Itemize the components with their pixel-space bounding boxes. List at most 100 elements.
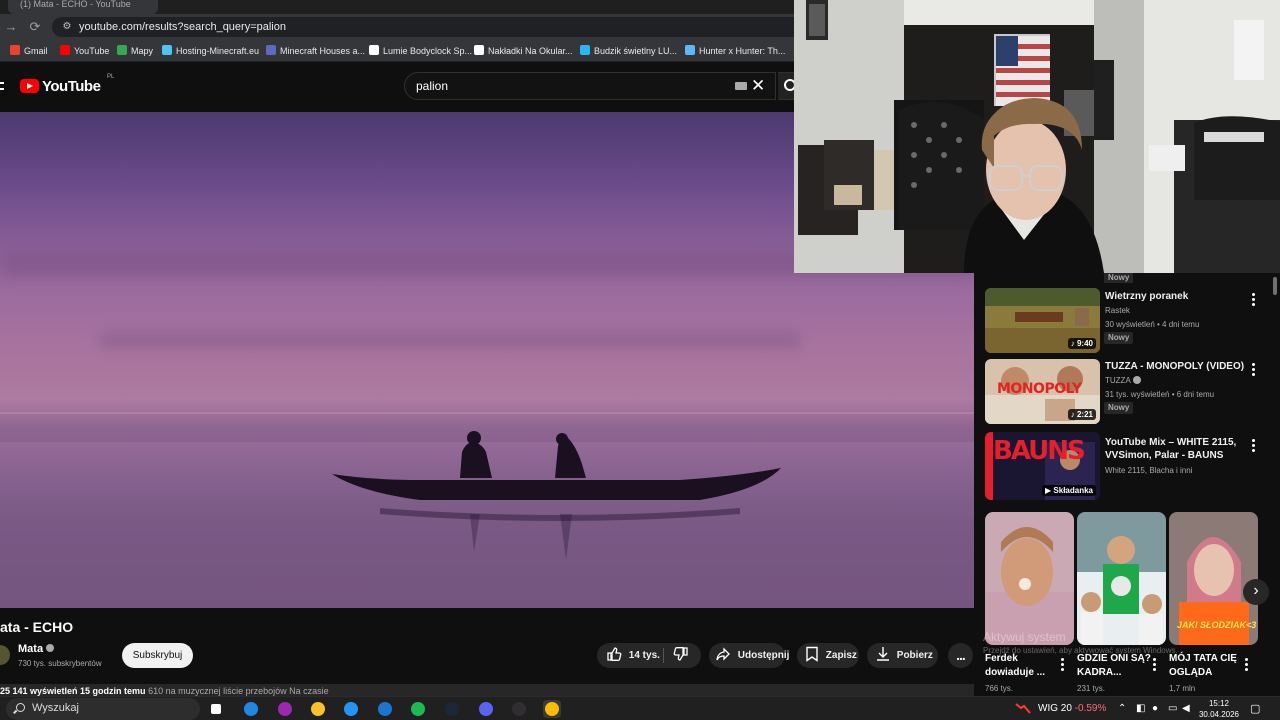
spotify-icon[interactable] [409, 700, 427, 718]
network-icon[interactable]: ▭ [1168, 697, 1177, 720]
tray-chevron-icon[interactable]: ⌃ [1118, 697, 1126, 720]
edge-icon-glyph [244, 702, 258, 716]
save-button[interactable]: Zapisz [797, 643, 859, 668]
video-title-link[interactable]: Wietrzny poranek [1105, 290, 1245, 303]
bookmark-item[interactable]: Nakładki Na Okular... [474, 44, 573, 58]
more-options-icon[interactable] [1243, 658, 1249, 672]
tray-app-icon[interactable]: ◧ [1136, 697, 1145, 720]
bookmark-item[interactable]: Lumie Bodyclock Sp... [369, 44, 472, 58]
copilot-icon-glyph [278, 702, 292, 716]
clock[interactable]: 15:12 30.04.2026 [1198, 698, 1240, 720]
save-label: Zapisz [825, 650, 857, 661]
channel-name[interactable]: TUZZA [1105, 376, 1141, 385]
store-icon[interactable] [342, 700, 360, 718]
keyboard-icon[interactable] [735, 82, 747, 90]
bookmark-label: Minecraft Houses a... [280, 46, 366, 56]
duration-text: 2:21 [1076, 410, 1093, 419]
channel-name-text[interactable]: TUZZA [1105, 376, 1130, 385]
browser-tab[interactable]: (1) Mata - ECHO - YouTube [8, 0, 158, 14]
video-title-link[interactable]: TUZZA - MONOPOLY (VIDEO) [1105, 360, 1245, 373]
bookmark-item[interactable]: Mapy [117, 44, 153, 58]
omnibox[interactable]: ⚙ youtube.com/results?search_query=palio… [52, 17, 800, 37]
video-thumbnail[interactable]: MONOPOLY ♪ 2:21 [985, 359, 1100, 424]
stock-widget[interactable]: WIG 20 -0.59% [1038, 697, 1106, 720]
bookmark-item[interactable]: Minecraft Houses a... [266, 44, 365, 58]
short-title[interactable]: GDZIE ONI SĄ? KADRA... [1077, 652, 1152, 680]
mail-icon[interactable] [376, 700, 394, 718]
subscribe-button[interactable]: Subskrybuj [122, 643, 193, 668]
shorts-next-button[interactable]: › [1243, 579, 1269, 605]
more-options-icon[interactable] [1059, 658, 1065, 672]
microphone-icon[interactable]: ● [1152, 697, 1158, 720]
share-label: Udostępnij [737, 650, 790, 661]
steam-icon[interactable] [443, 700, 461, 718]
video-title-link[interactable]: YouTube Mix – WHITE 2115, VVSimon, Palar… [1105, 436, 1245, 462]
channel-name[interactable]: Mata [18, 643, 55, 655]
like-button[interactable]: 14 tys. [606, 643, 660, 668]
more-options-icon[interactable] [1151, 658, 1157, 672]
bookmark-item[interactable]: YouTube [60, 44, 109, 58]
short-thumbnail[interactable]: JAKI SŁODZIAK<3 [1169, 512, 1258, 645]
dislike-button[interactable] [673, 643, 689, 668]
chrome-icon[interactable] [543, 700, 561, 718]
thumbs-down-icon [673, 647, 688, 661]
volume-icon[interactable]: ◀ [1182, 697, 1190, 720]
country-code: PL [107, 74, 115, 80]
search-query[interactable]: palion [416, 79, 448, 93]
minecraft-icon [266, 45, 276, 55]
webcam-overlay [794, 0, 1280, 273]
hosting-icon [162, 45, 172, 55]
reload-icon[interactable]: ⟳ [26, 18, 44, 36]
description-box[interactable]: 25 141 wyświetleń 15 godzin temu 610 na … [0, 684, 974, 696]
short-title[interactable]: Ferdek dowiaduje ... [985, 652, 1060, 680]
menu-icon[interactable] [0, 82, 4, 90]
bookmark-item[interactable]: Budzik świetlny LU... [580, 44, 677, 58]
taskbar-search-placeholder[interactable]: Wyszukaj [32, 702, 79, 714]
search-input[interactable]: palion ✕ [404, 72, 776, 100]
taskbar-search[interactable]: Wyszukaj [6, 698, 200, 720]
channel-name-text[interactable]: Mata [18, 643, 43, 655]
share-button[interactable]: Udostępnij [709, 643, 789, 668]
edge-icon[interactable] [242, 700, 260, 718]
copilot-icon[interactable] [276, 700, 294, 718]
bookmark-label: Mapy [131, 46, 154, 56]
video-thumbnail[interactable]: ♪ 9:40 [985, 288, 1100, 353]
video-title: ata - ECHO [0, 619, 74, 635]
taskview-icon[interactable] [207, 700, 225, 718]
download-button[interactable]: Pobierz [867, 643, 938, 668]
bookmark-item[interactable]: Hosting-Minecraft.eu [162, 44, 259, 58]
stock-chart-icon[interactable] [1015, 701, 1031, 715]
short-title[interactable]: MÓJ TATA CIĘ OGLĄDA [1169, 652, 1244, 680]
more-options-icon[interactable] [1250, 293, 1256, 307]
explorer-icon[interactable] [309, 700, 327, 718]
more-actions-button[interactable]: ... [948, 643, 973, 668]
description-extra: 610 na muzycznej liście przebojów Na cza… [148, 686, 329, 696]
channel-avatar[interactable] [0, 645, 10, 665]
channel-name[interactable]: Rastek [1105, 306, 1130, 315]
forward-icon[interactable]: → [2, 18, 20, 36]
mix-thumbnail[interactable]: BAUNS ▶ Składanka [985, 432, 1100, 500]
sidebar-scrollbar[interactable] [1269, 273, 1280, 696]
duration-badge: ♪ 9:40 [1067, 338, 1096, 349]
notifications-icon[interactable]: ▢ [1250, 697, 1260, 720]
bookmark-item[interactable]: Hunter x Hunter: Th... [685, 44, 785, 58]
short-thumbnail[interactable] [1077, 512, 1166, 645]
bookmark-item[interactable]: Gmail [10, 44, 48, 58]
url-text[interactable]: youtube.com/results?search_query=palion [79, 21, 286, 33]
description-views: 25 141 wyświetleń 15 godzin temu [0, 686, 146, 696]
more-options-icon[interactable] [1250, 363, 1256, 377]
clear-search-icon[interactable]: ✕ [751, 76, 765, 96]
store-icon-glyph [344, 702, 358, 716]
clock-time: 15:12 [1208, 699, 1230, 708]
site-info-icon[interactable]: ⚙ [60, 20, 74, 34]
flag [996, 36, 1050, 106]
short-thumbnail[interactable] [985, 512, 1074, 645]
thumbnail-text: BAUNS [993, 436, 1086, 466]
search-icon [16, 703, 25, 712]
more-options-icon[interactable] [1250, 439, 1256, 453]
discord-icon[interactable] [477, 700, 495, 718]
obs-icon[interactable] [510, 700, 528, 718]
like-count: 14 tys. [628, 650, 660, 661]
maps-icon [117, 45, 127, 55]
scrollbar-thumb[interactable] [1273, 277, 1277, 295]
